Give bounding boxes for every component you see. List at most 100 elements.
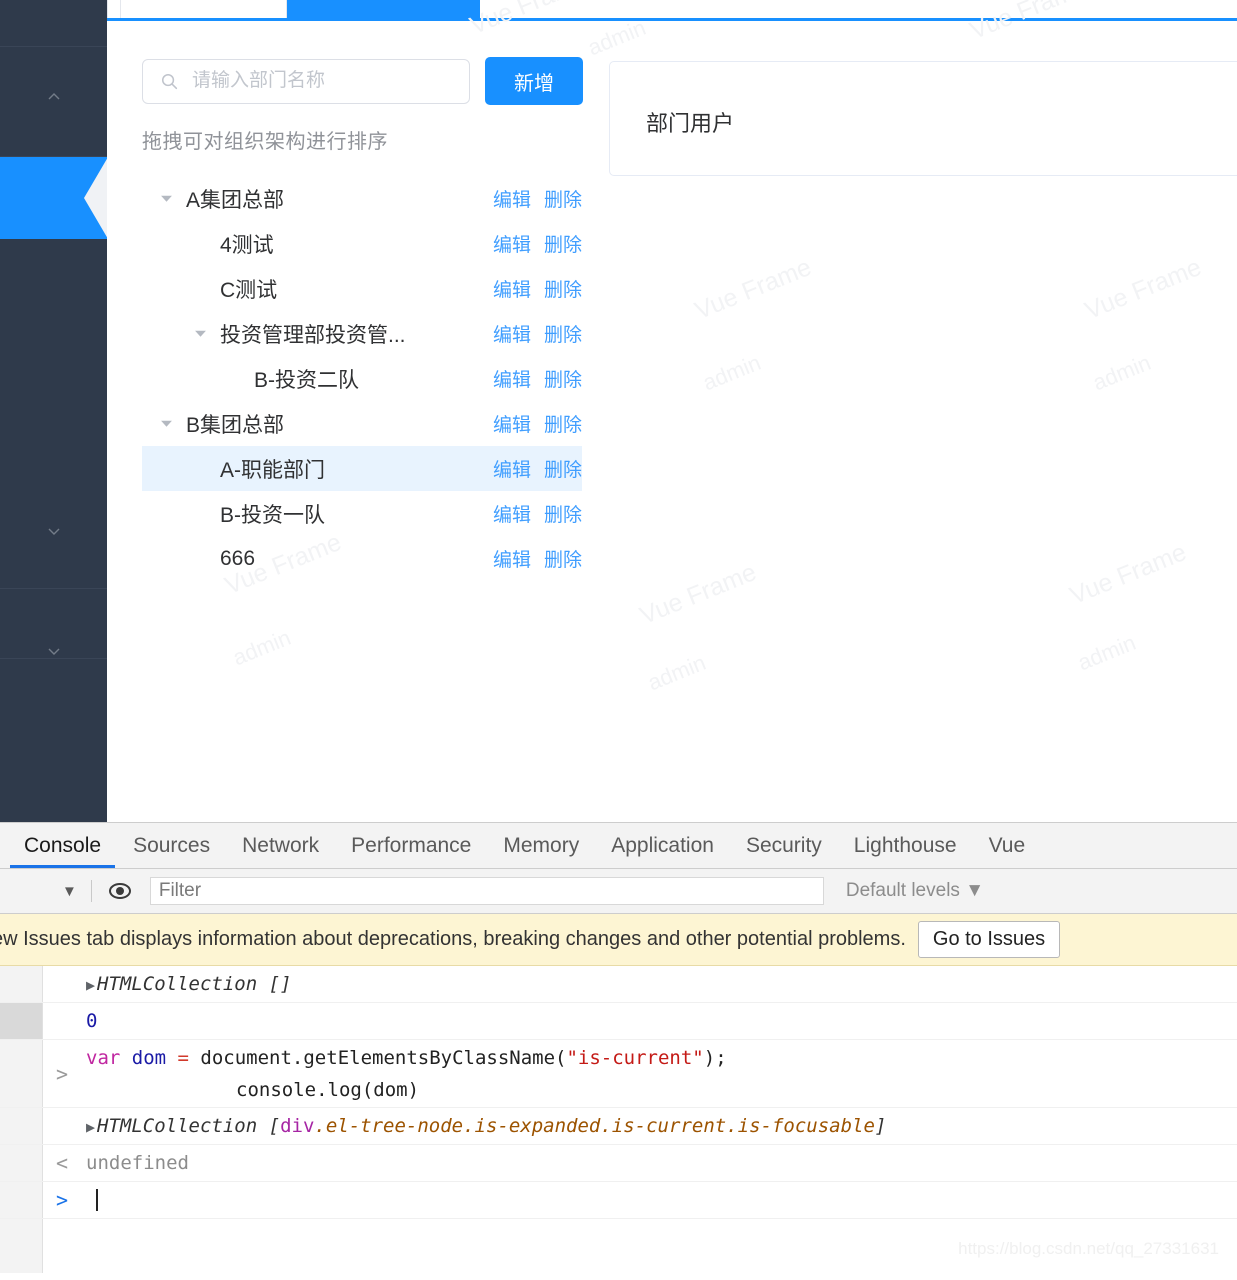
delete-link[interactable]: 删除	[544, 365, 582, 392]
edit-link[interactable]: 编辑	[493, 500, 531, 527]
delete-link[interactable]: 删除	[544, 410, 582, 437]
sidebar-item-active[interactable]	[0, 157, 107, 239]
issues-banner-text: ew Issues tab displays information about…	[0, 928, 906, 950]
delete-link[interactable]: 删除	[544, 230, 582, 257]
tab-memory[interactable]: Memory	[487, 823, 595, 868]
tab-application[interactable]: Application	[595, 823, 730, 868]
tree-node[interactable]: 投资管理部投资管... 编辑 删除	[142, 311, 582, 356]
expand-triangle-icon[interactable]: ▶	[86, 1118, 95, 1136]
edit-link[interactable]: 编辑	[493, 545, 531, 572]
log-levels-dropdown[interactable]: Default levels ▼	[846, 880, 984, 902]
search-box[interactable]	[142, 58, 470, 104]
edit-link[interactable]: 编辑	[493, 275, 531, 302]
tree-node-ops: 编辑 删除	[493, 275, 582, 302]
tree-node[interactable]: A集团总部 编辑 删除	[142, 176, 582, 221]
console-object-tag: div	[280, 1115, 315, 1137]
text-cursor	[96, 1189, 98, 1212]
delete-link[interactable]: 删除	[544, 185, 582, 212]
add-department-button[interactable]: 新增	[485, 57, 583, 105]
watermark-text: Vue Frame	[1066, 538, 1191, 611]
divider	[90, 880, 92, 902]
search-input[interactable]	[190, 69, 449, 93]
sidebar-item-top[interactable]	[0, 0, 107, 47]
tree-node-label: 投资管理部投资管...	[220, 323, 406, 347]
delete-link[interactable]: 删除	[544, 455, 582, 482]
screen-root: Vue Frame admin Vue Frame admin Vue Fram…	[0, 0, 1237, 1280]
edit-link[interactable]: 编辑	[493, 185, 531, 212]
tree-node-ops: 编辑 删除	[493, 455, 582, 482]
delete-link[interactable]: 删除	[544, 275, 582, 302]
console-line-object-result[interactable]: ▶ HTMLCollection [div.el-tree-node.is-exp…	[0, 1108, 1237, 1145]
delete-link[interactable]: 删除	[544, 320, 582, 347]
sidebar-item-collapse-up[interactable]	[0, 47, 107, 157]
sidebar-item-bottom[interactable]	[0, 589, 107, 659]
delete-link[interactable]: 删除	[544, 545, 582, 572]
tree-node-ops: 编辑 删除	[493, 410, 582, 437]
caret-down-icon[interactable]	[156, 414, 176, 434]
tree-node-ops: 编辑 删除	[493, 230, 582, 257]
tab-console[interactable]: Console	[8, 823, 117, 868]
console-line-undefined: < undefined	[0, 1145, 1237, 1182]
tree-node-label: 4测试	[220, 233, 274, 257]
delete-link[interactable]: 删除	[544, 500, 582, 527]
console-output[interactable]: ▶ HTMLCollection [] 0 > var dom = documen…	[0, 966, 1237, 1273]
expand-triangle-icon[interactable]: ▶	[86, 976, 95, 994]
department-user-card: 部门用户	[609, 61, 1237, 176]
sidebar-item-collapse-down[interactable]	[0, 469, 107, 589]
edit-link[interactable]: 编辑	[493, 365, 531, 392]
main-content: Vue Frame admin Vue Frame admin Vue Fram…	[107, 0, 1237, 822]
console-line-input[interactable]: > var dom = document.getElementsByClassN…	[0, 1040, 1237, 1108]
tree-node[interactable]: C测试 编辑 删除	[142, 266, 582, 311]
edit-link[interactable]: 编辑	[493, 410, 531, 437]
tree-node[interactable]: 666 编辑 删除	[142, 536, 582, 581]
tree-node[interactable]: 4测试 编辑 删除	[142, 221, 582, 266]
sidebar-item-blank[interactable]	[0, 239, 107, 469]
tab-performance[interactable]: Performance	[335, 823, 487, 868]
tree-node-label: B集团总部	[186, 413, 285, 437]
console-prompt-line[interactable]: >	[0, 1182, 1237, 1219]
console-object-value[interactable]: ▶ HTMLCollection [div.el-tree-node.is-exp…	[56, 1115, 886, 1137]
tab-sources[interactable]: Sources	[117, 823, 226, 868]
tab-vue[interactable]: Vue	[973, 823, 1042, 868]
tree-node-selected[interactable]: A-职能部门 编辑 删除	[142, 446, 582, 491]
edit-link[interactable]: 编辑	[493, 455, 531, 482]
eye-icon[interactable]	[108, 879, 132, 903]
tree-node[interactable]: B集团总部 编辑 删除	[142, 401, 582, 446]
page-tab-active[interactable]	[287, 0, 480, 18]
tab-network[interactable]: Network	[226, 823, 335, 868]
chevron-down-icon-2	[44, 641, 64, 661]
issues-banner: ew Issues tab displays information about…	[0, 914, 1237, 966]
watermark-text: Vue Frame	[636, 558, 761, 631]
department-tree-column: 新增 拖拽可对组织架构进行排序 A集团总部 编辑 删除	[142, 57, 617, 581]
console-filter-input[interactable]	[149, 877, 824, 905]
page-source-watermark: https://blog.csdn.net/qq_27331631	[958, 1239, 1219, 1258]
code-keyword: var	[86, 1046, 121, 1069]
edit-link[interactable]: 编辑	[493, 320, 531, 347]
tree-node-ops: 编辑 删除	[493, 185, 582, 212]
page-tab-1[interactable]	[107, 0, 121, 18]
page-tab-rest[interactable]	[480, 0, 1237, 18]
console-line-object[interactable]: ▶ HTMLCollection []	[0, 966, 1237, 1003]
chevron-down-icon[interactable]: ▼	[62, 883, 77, 900]
console-object-value[interactable]: ▶ HTMLCollection []	[56, 973, 292, 995]
left-nav-sidebar	[0, 0, 107, 822]
tree-node-label: B-投资二队	[254, 368, 359, 392]
tab-lighthouse[interactable]: Lighthouse	[838, 823, 973, 868]
tree-node[interactable]: B-投资二队 编辑 删除	[142, 356, 582, 401]
department-user-title: 部门用户	[646, 111, 735, 136]
page-tab-2[interactable]	[121, 0, 287, 18]
console-object-text: HTMLCollection []	[97, 973, 292, 995]
edit-link[interactable]: 编辑	[493, 230, 531, 257]
code-tail: );	[703, 1046, 727, 1069]
go-to-issues-button[interactable]: Go to Issues	[917, 921, 1061, 958]
caret-down-icon[interactable]	[156, 189, 176, 209]
search-row: 新增	[142, 57, 617, 105]
console-number-value: 0	[86, 1010, 98, 1032]
tree-node[interactable]: B-投资一队 编辑 删除	[142, 491, 582, 536]
tree-node-label: 666	[220, 546, 256, 570]
tree-node-label: A-职能部门	[220, 458, 325, 482]
tab-security[interactable]: Security	[730, 823, 838, 868]
page-tab-strip	[107, 0, 1237, 21]
code-call: document.getElementsByClassName(	[200, 1046, 567, 1069]
caret-down-icon[interactable]	[190, 324, 210, 344]
